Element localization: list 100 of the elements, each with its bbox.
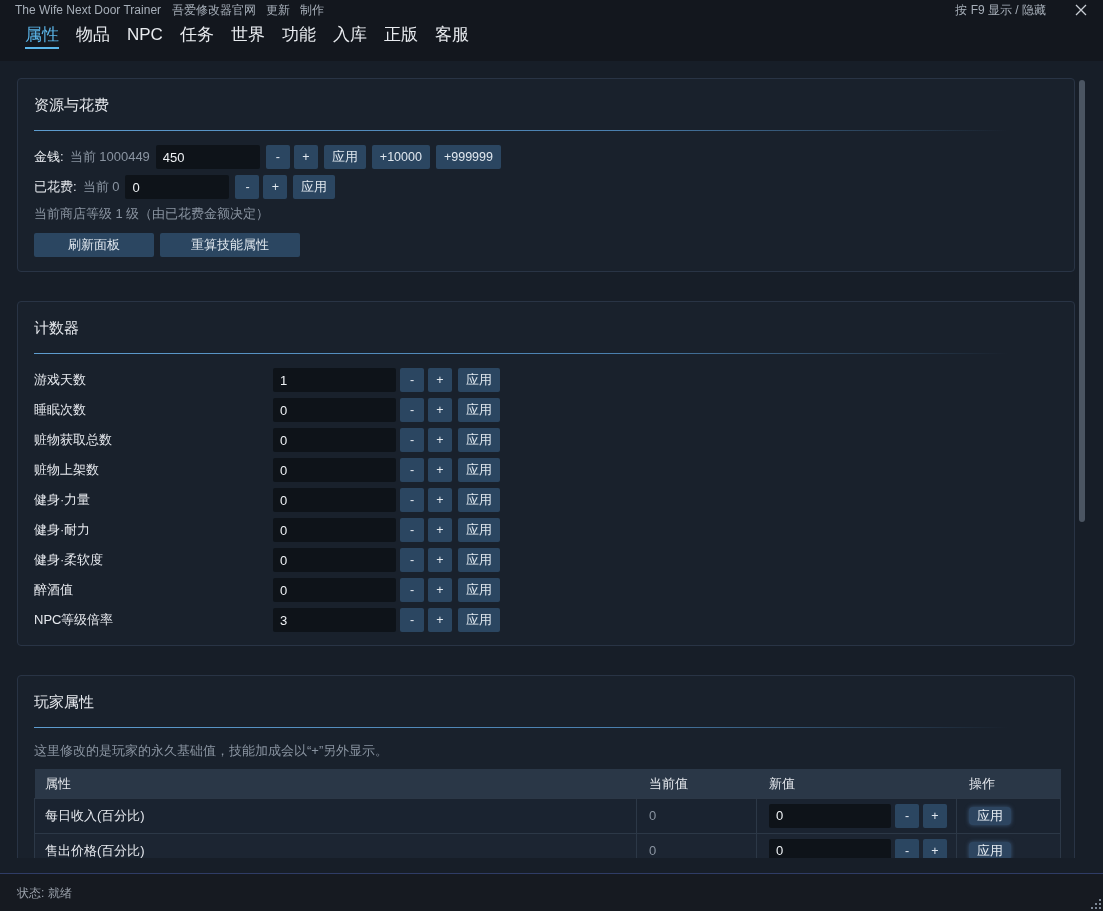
header-link[interactable]: 制作 [300,1,325,19]
scrollbar-thumb[interactable] [1079,80,1085,522]
decrement-button[interactable]: - [235,175,260,199]
apply-button[interactable]: 应用 [458,368,500,392]
current-value: 当前 0 [82,178,120,197]
apply-button[interactable]: 应用 [458,608,500,632]
tab[interactable]: 入库 [332,23,367,49]
tab[interactable]: NPC [127,23,163,49]
counter-label: 醉酒值 [34,581,74,600]
counter-label: 健身·耐力 [34,521,92,540]
increment-button[interactable]: + [428,368,452,392]
apply-button[interactable]: 应用 [458,458,500,482]
column-header: 属性 [34,769,637,798]
decrement-button[interactable]: - [400,428,424,452]
number-field[interactable]: 0 [273,488,396,512]
section-title: 资源与花费 [34,95,110,115]
apply-button[interactable]: 应用 [458,398,500,422]
number-field[interactable]: 0 [273,548,396,572]
counter-label: 赃物上架数 [34,461,100,480]
section-title: 玩家属性 [34,692,95,712]
decrement-button[interactable]: - [895,838,919,858]
counter-label: 游戏天数 [34,371,87,390]
increment-button[interactable]: + [428,428,452,452]
increment-button[interactable]: + [428,458,452,482]
increment-button[interactable]: + [428,548,452,572]
window-title: The Wife Next Door Trainer [15,2,162,19]
apply-button[interactable]: 应用 [458,518,500,542]
quick-add-button[interactable]: +999999 [435,145,501,169]
number-field[interactable]: 1 [273,368,396,392]
decrement-button[interactable]: - [400,368,424,392]
tab[interactable]: 世界 [230,23,265,49]
header-link[interactable]: 更新 [266,1,291,19]
increment-button[interactable]: + [293,145,318,169]
table-cell: 售出价格(百分比) [34,833,637,858]
close-icon[interactable] [1075,4,1087,16]
apply-button[interactable]: 应用 [458,578,500,602]
decrement-button[interactable]: - [400,398,424,422]
resize-grip-icon[interactable] [1090,898,1102,910]
increment-button[interactable]: + [428,578,452,602]
decrement-button[interactable]: - [400,488,424,512]
increment-button[interactable]: + [428,608,452,632]
decrement-button[interactable]: - [400,548,424,572]
tab[interactable]: 功能 [281,23,316,49]
number-field[interactable]: 0 [273,458,396,482]
counter-label: 睡眠次数 [34,401,87,420]
counter-label: NPC等级倍率 [34,611,115,630]
field-label: 金钱: [34,148,64,167]
number-field[interactable]: 3 [273,608,396,632]
decrement-button[interactable]: - [400,608,424,632]
table-cell: 0 [636,833,757,858]
current-value: 当前 1000449 [69,148,150,167]
apply-button[interactable]: 应用 [458,488,500,512]
increment-button[interactable]: + [428,488,452,512]
decrement-button[interactable]: - [400,458,424,482]
table-cell: 每日收入(百分比) [34,798,637,833]
field-label: 已花费: [34,178,77,197]
column-header: 新值 [756,769,957,798]
column-header: 当前值 [636,769,757,798]
decrement-button[interactable]: - [895,803,919,828]
action-button[interactable]: 重算技能属性 [160,233,300,257]
number-field[interactable]: 450 [155,145,260,169]
number-field[interactable]: 0 [769,803,891,828]
counter-label: 健身·力量 [34,491,92,510]
counter-label: 赃物获取总数 [34,431,113,450]
counter-label: 健身·柔软度 [34,551,105,570]
tab[interactable]: 任务 [179,23,214,49]
action-button[interactable]: 刷新面板 [34,233,154,257]
tab[interactable]: 属性 [25,23,59,49]
quick-add-button[interactable]: +10000 [371,145,430,169]
number-field[interactable]: 0 [125,175,230,199]
decrement-button[interactable]: - [265,145,290,169]
column-header: 操作 [956,769,1061,798]
increment-button[interactable]: + [428,518,452,542]
header-link[interactable]: 吾爱修改器官网 [172,1,257,19]
number-field[interactable]: 0 [273,398,396,422]
apply-button[interactable]: 应用 [323,145,366,169]
hint-text: 这里修改的是玩家的永久基础值，技能加成会以“+”另外显示。 [34,742,390,760]
apply-button[interactable]: 应用 [969,841,1011,858]
number-field[interactable]: 0 [273,518,396,542]
increment-button[interactable]: + [923,838,947,858]
hint-text: 当前商店等级 1 级（由已花费金额决定） [34,205,271,223]
hotkey-hint: 按 F9 显示 / 隐藏 [955,2,1046,19]
tab[interactable]: 客服 [434,23,469,49]
status-text: 状态: 就绪 [17,884,72,902]
number-field[interactable]: 0 [769,838,891,858]
apply-button[interactable]: 应用 [458,428,500,452]
apply-button[interactable]: 应用 [293,175,336,199]
apply-button[interactable]: 应用 [458,548,500,572]
tab[interactable]: 物品 [76,23,110,49]
decrement-button[interactable]: - [400,578,424,602]
increment-button[interactable]: + [428,398,452,422]
number-field[interactable]: 0 [273,578,396,602]
tab[interactable]: 正版 [383,23,418,49]
number-field[interactable]: 0 [273,428,396,452]
section-title: 计数器 [34,318,80,338]
decrement-button[interactable]: - [400,518,424,542]
increment-button[interactable]: + [263,175,288,199]
apply-button[interactable]: 应用 [969,806,1011,825]
table-cell: 0 [636,798,757,833]
increment-button[interactable]: + [923,803,947,828]
